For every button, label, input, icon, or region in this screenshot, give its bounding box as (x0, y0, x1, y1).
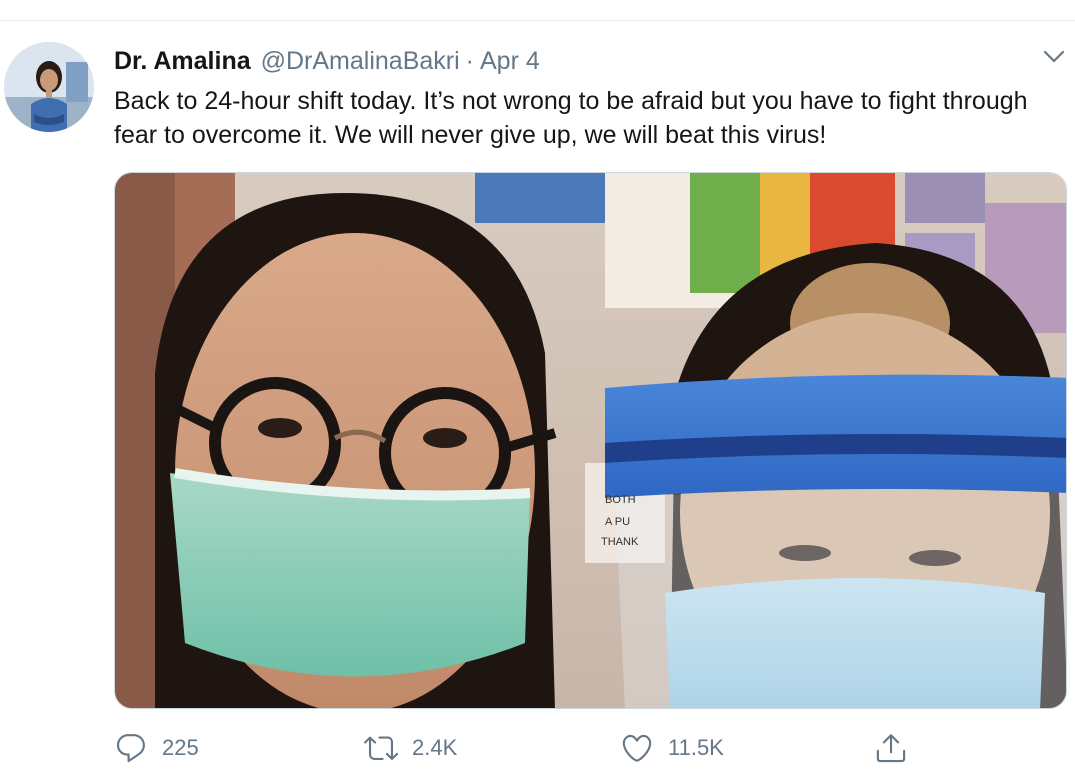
top-divider (0, 20, 1075, 21)
avatar-image (4, 42, 94, 132)
sign-text-2: A PU (605, 516, 630, 528)
retweet-button[interactable]: 2.4K (364, 728, 457, 768)
retweet-icon (364, 736, 398, 760)
display-name[interactable]: Dr. Amalina (114, 44, 251, 78)
like-button[interactable]: 11.5K (620, 728, 724, 768)
share-button[interactable] (874, 728, 908, 768)
reply-count: 225 (162, 735, 199, 760)
retweet-count: 2.4K (412, 735, 458, 760)
sign-text-1: BOTH (605, 494, 636, 506)
photo-illustration: BOTH A PU THANK (115, 173, 1066, 708)
tweet-header: Dr. Amalina @DrAmalinaBakri · Apr 4 (114, 44, 540, 78)
tweet-text: Back to 24-hour shift today. It’s not wr… (114, 87, 1028, 149)
sign-text-3: THANK (601, 536, 639, 548)
user-handle[interactable]: @DrAmalinaBakri (261, 44, 460, 78)
reply-button[interactable]: 225 (114, 728, 199, 768)
share-icon (876, 734, 906, 763)
chevron-down-icon (1043, 50, 1065, 63)
reply-icon (116, 734, 145, 763)
tweet-actions: 225 2.4K 11.5K (114, 728, 914, 768)
separator-dot: · (465, 47, 474, 75)
tweet-date[interactable]: Apr 4 (480, 44, 540, 78)
like-count: 11.5K (668, 735, 724, 760)
tweet-menu-button[interactable] (1040, 44, 1068, 68)
heart-icon (622, 734, 652, 762)
tweet-media-image[interactable]: BOTH A PU THANK (114, 172, 1067, 709)
avatar[interactable] (4, 42, 94, 132)
